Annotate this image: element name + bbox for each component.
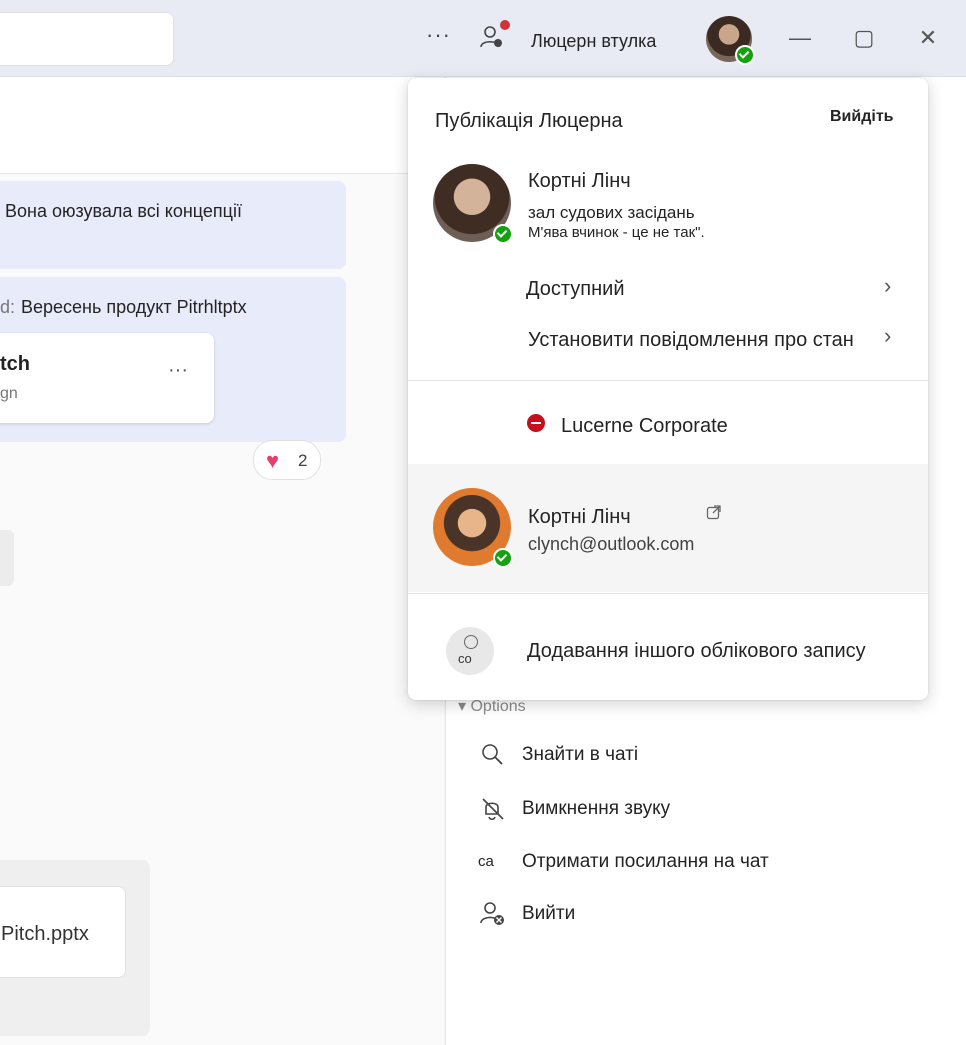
notification-dot (500, 20, 510, 30)
org-switch-label: Lucerne Corporate (561, 415, 728, 437)
presence-available-icon (493, 224, 513, 244)
maximize-button[interactable]: ▢ (846, 20, 882, 56)
message-bubble[interactable]: Вона оюзувала всі концепції (0, 181, 346, 269)
switch-org-item[interactable]: Lucerne Corporate (561, 415, 728, 438)
chevron-right-icon: › (884, 273, 892, 298)
message-preview[interactable] (0, 530, 14, 586)
chat-area: Вона оюзувала всі концепції d: Вересень … (0, 77, 444, 1045)
title-bar: ··· Люцерн втулка — ▢ ✕ (0, 0, 966, 77)
divider (408, 380, 928, 381)
more-options-button[interactable]: ··· (426, 22, 451, 48)
divider (408, 593, 928, 594)
account-avatar (433, 488, 513, 568)
file-attachment-card[interactable]: tch gn ··· (0, 333, 214, 423)
bell-off-icon (478, 794, 508, 824)
presence-available-icon (735, 45, 755, 65)
person-outline-icon (464, 635, 478, 649)
file-card[interactable]: Pitch.pptx (0, 886, 126, 978)
file-name: Pitch.pptx (1, 923, 89, 945)
search-input[interactable] (0, 12, 174, 66)
org-title: Публікація Люцерна (435, 110, 623, 132)
chevron-right-icon: › (884, 323, 892, 348)
user-avatar[interactable] (433, 164, 513, 244)
org-name: Люцерн втулка (531, 31, 657, 51)
do-not-disturb-icon (527, 414, 545, 432)
add-account-button[interactable]: Додавання іншого облікового запису (527, 640, 866, 663)
minimize-button[interactable]: — (782, 20, 818, 56)
search-icon (478, 740, 508, 770)
reaction-count: 2 (298, 451, 308, 470)
attachment-subtitle: gn (0, 385, 18, 402)
option-label: Знайти в чаті (522, 744, 639, 765)
close-button[interactable]: ✕ (910, 20, 946, 56)
reaction-badge[interactable]: ♥ 2 (253, 440, 321, 480)
attachment-more-button[interactable]: ··· (168, 359, 188, 382)
set-status-label: Установити повідомлення про стан (528, 329, 854, 351)
open-external-icon[interactable] (706, 504, 722, 520)
option-label: Отримати посилання на чат (522, 851, 769, 872)
profile-dropdown: Публікація Люцерна Вийдіть Кортні Лінч з… (408, 78, 928, 700)
leave-icon (478, 899, 508, 929)
user-name: Кортні Лінч (528, 170, 631, 192)
availability-menu-item[interactable]: Доступний (526, 278, 625, 301)
sign-out-link[interactable]: Вийдіть (830, 108, 894, 126)
presence-available-icon (493, 548, 513, 568)
add-account-icon-text: co (458, 651, 472, 666)
option-label: Вимкнення звуку (522, 798, 671, 819)
people-icon[interactable] (478, 20, 510, 52)
heart-icon: ♥ (266, 448, 280, 473)
add-account-icon: co (446, 627, 494, 675)
attachment-title: tch (0, 353, 30, 375)
option-label: Вийти (522, 903, 576, 924)
message-prefix: d: (0, 297, 16, 317)
link-icon: ca (478, 853, 494, 870)
status-message-detail[interactable]: М'ява вчинок - це не так". (528, 224, 705, 241)
message-text: Вона оюзувала всі концепції (5, 201, 242, 221)
status-message[interactable]: зал судових засідань (528, 203, 695, 223)
message-text: Вересень продукт Pitrhltptx (21, 297, 247, 317)
other-account-section[interactable]: Кортні Лінч clynch@outlook.com (408, 464, 928, 592)
account-name: Кортні Лінч (528, 506, 631, 528)
availability-label: Доступний (526, 278, 625, 300)
set-status-message-item[interactable]: Установити повідомлення про стан (528, 329, 854, 352)
chat-header (0, 77, 444, 174)
account-email: clynch@outlook.com (528, 534, 695, 554)
profile-avatar-button[interactable] (706, 16, 755, 65)
